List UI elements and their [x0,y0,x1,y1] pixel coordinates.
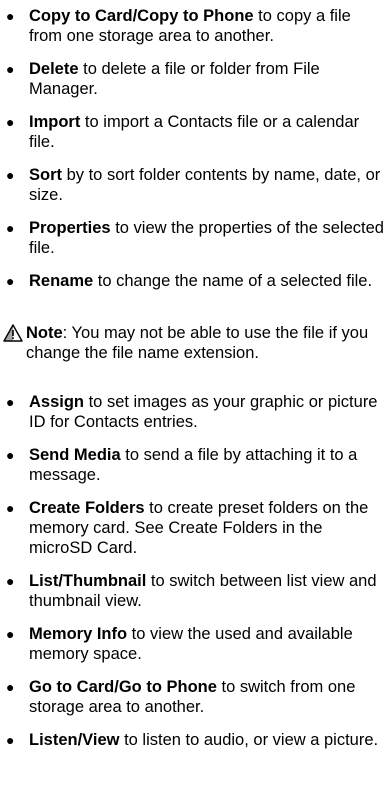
note-text: : You may not be able to use the file if… [26,324,369,362]
bullet-icon: ● [6,500,15,516]
list-item-create-folders: ● Create Folders to create preset folder… [6,498,384,558]
bullet-icon: ● [6,114,15,130]
bullet-icon: ● [6,61,15,77]
bullet-icon: ● [6,167,15,183]
note-label: Note [26,324,63,342]
item-desc: by to sort folder contents by name, date… [29,166,381,204]
list-item-delete: ● Delete to delete a file or folder from… [6,59,384,99]
item-term: Listen/View [29,731,120,749]
item-term: Create Folders [29,499,145,517]
list-item-assign: ● Assign to set images as your graphic o… [6,392,384,432]
bullet-icon: ● [6,679,15,695]
bullet-icon: ● [6,273,15,289]
bullet-icon: ● [6,732,15,748]
list-item-rename: ● Rename to change the name of a selecte… [6,271,384,291]
list-item-memory-info: ● Memory Info to view the used and avail… [6,624,384,664]
bullet-icon: ● [6,220,15,236]
item-term: Assign [29,393,85,411]
list-item-import: ● Import to import a Contacts file or a … [6,112,384,152]
list-item-go-to-card: ● Go to Card/Go to Phone to switch from … [6,677,384,717]
list-item-properties: ● Properties to view the properties of t… [6,218,384,258]
bullet-icon: ● [6,573,15,589]
item-term: Sort [29,166,62,184]
item-desc: to listen to audio, or view a picture. [119,731,379,749]
bullet-icon: ● [6,394,15,410]
item-term: Memory Info [29,625,128,643]
options-list: ● Copy to Card/Copy to Phone to copy a f… [0,0,387,796]
list-item-list-thumbnail: ● List/Thumbnail to switch between list … [6,571,384,611]
item-term: Delete [29,60,79,78]
item-term: List/Thumbnail [29,572,147,590]
warning-triangle-icon [3,324,23,342]
list-item-send-media: ● Send Media to send a file by attaching… [6,445,384,485]
list-item-sort: ● Sort by to sort folder contents by nam… [6,165,384,205]
item-term: Rename [29,272,94,290]
list-item-listen-view: ● Listen/View to listen to audio, or vie… [6,730,384,750]
item-term: Properties [29,219,111,237]
bullet-icon: ● [6,8,15,24]
bullet-icon: ● [6,447,15,463]
item-desc: to change the name of a selected file. [93,272,373,290]
item-term: Copy to Card/Copy to Phone [29,7,254,25]
list-item-copy: ● Copy to Card/Copy to Phone to copy a f… [6,6,384,46]
note-block: Note: You may not be able to use the fil… [3,323,384,363]
item-term: Import [29,113,81,131]
item-term: Go to Card/Go to Phone [29,678,217,696]
bullet-icon: ● [6,626,15,642]
item-term: Send Media [29,446,121,464]
